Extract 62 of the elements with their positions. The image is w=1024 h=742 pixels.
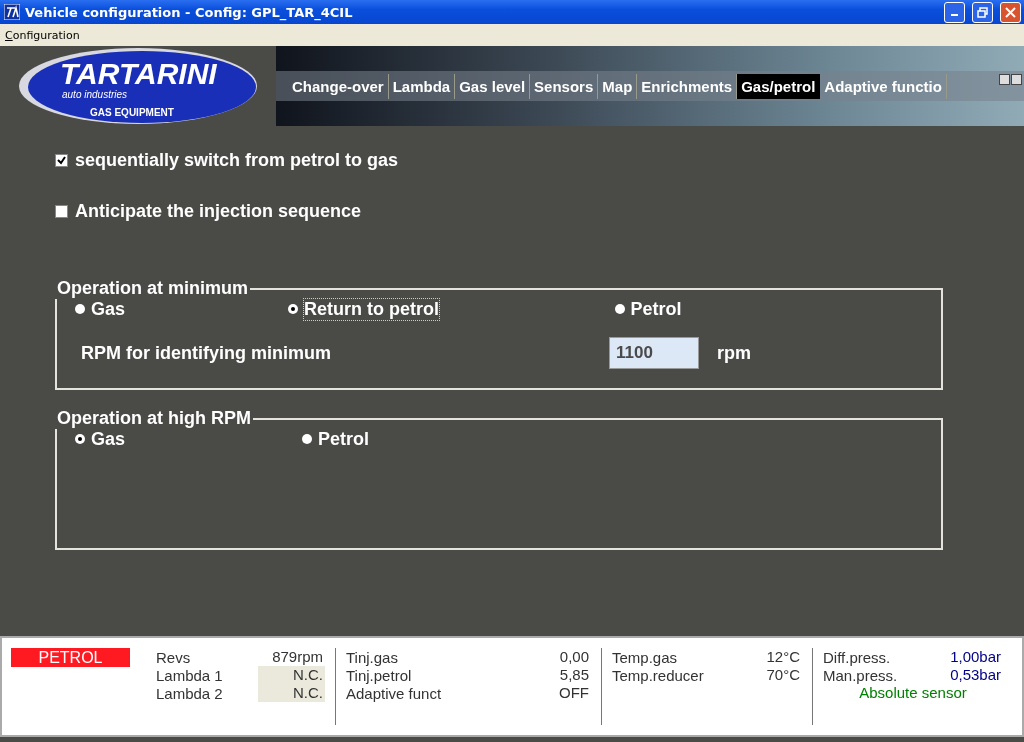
reading-label: Diff.press. (823, 648, 891, 666)
app-icon (4, 4, 20, 20)
tab[interactable]: Adaptive functio (820, 73, 947, 99)
reading-value: 879rpm (272, 648, 324, 666)
logo: TARTARINI auto industries GAS EQUIPMENT (18, 46, 258, 126)
reading-value: 0,00 (559, 648, 590, 666)
tab[interactable]: Map (598, 73, 638, 99)
reading-value: N.C. (258, 666, 325, 684)
reading-value: 1,00bar (950, 648, 1002, 666)
reading-label: Adaptive funct (346, 684, 442, 702)
radio-label: Gas (91, 428, 126, 450)
tab[interactable]: Sensors (530, 73, 599, 99)
menu-item[interactable]: Configuration (5, 28, 80, 42)
reading-label: Tinj.gas (346, 648, 398, 666)
restore-button[interactable] (972, 1, 993, 23)
reading-label: Lambda 1 (156, 666, 223, 684)
radio-label: Return to petrol (304, 298, 439, 320)
tab[interactable]: Gas level (455, 73, 531, 99)
unit-label: rpm (717, 342, 751, 364)
restore-icon (977, 6, 988, 18)
group-title: Operation at high RPM (56, 408, 252, 429)
tab[interactable]: Change-over (288, 73, 389, 99)
radio-dot-icon (291, 307, 295, 311)
reading-value: 5,85 (559, 666, 590, 684)
checkbox[interactable] (55, 153, 68, 167)
radio-label: Petrol (630, 298, 682, 320)
reading-label: Man.press. (823, 666, 898, 684)
radio-button[interactable] (75, 304, 85, 314)
reading-label: Revs (156, 648, 191, 666)
radio-button[interactable] (75, 434, 85, 444)
radio-button[interactable] (302, 434, 312, 444)
reading-label: Lambda 2 (156, 684, 223, 702)
radio-button[interactable] (614, 304, 625, 314)
radio-dot-icon (78, 437, 82, 441)
close-button[interactable] (1000, 1, 1021, 23)
minimize-button[interactable] (944, 1, 965, 23)
radio-label: Petrol (318, 428, 369, 450)
mode-indicator: PETROL (11, 648, 130, 667)
checkbox-label: sequentially switch from petrol to gas (75, 149, 399, 171)
sensor-note: Absolute sensor (858, 684, 968, 701)
reading-label: Temp.gas (612, 648, 678, 666)
reading-label: Tinj.petrol (346, 666, 412, 684)
reading-value: 70°C (766, 666, 801, 684)
reading-value: 12°C (766, 648, 801, 666)
group-title: Operation at minimum (56, 278, 250, 299)
rpm-field[interactable]: 1100 (609, 337, 699, 369)
tab[interactable]: Lambda (388, 73, 456, 99)
radio-button[interactable] (288, 304, 298, 314)
reading-label: Temp.reducer (612, 666, 704, 684)
reading-value: 0,53bar (950, 666, 1002, 684)
checkmark-icon (57, 155, 66, 165)
field-label: RPM for identifying minimum (81, 342, 331, 364)
scroll-left-button[interactable] (999, 74, 1010, 85)
radio-label: Gas (91, 298, 126, 320)
reading-value: N.C. (258, 684, 325, 702)
scroll-right-button[interactable] (1011, 74, 1022, 85)
tab[interactable]: Gas/petrol (737, 73, 821, 99)
close-icon (1005, 6, 1016, 18)
checkbox-label: Anticipate the injection sequence (75, 200, 362, 222)
checkbox[interactable] (55, 204, 68, 218)
window-title: Vehicle configuration - Config: GPL_TAR_4CIL (25, 4, 354, 20)
reading-value: OFF (559, 684, 590, 702)
